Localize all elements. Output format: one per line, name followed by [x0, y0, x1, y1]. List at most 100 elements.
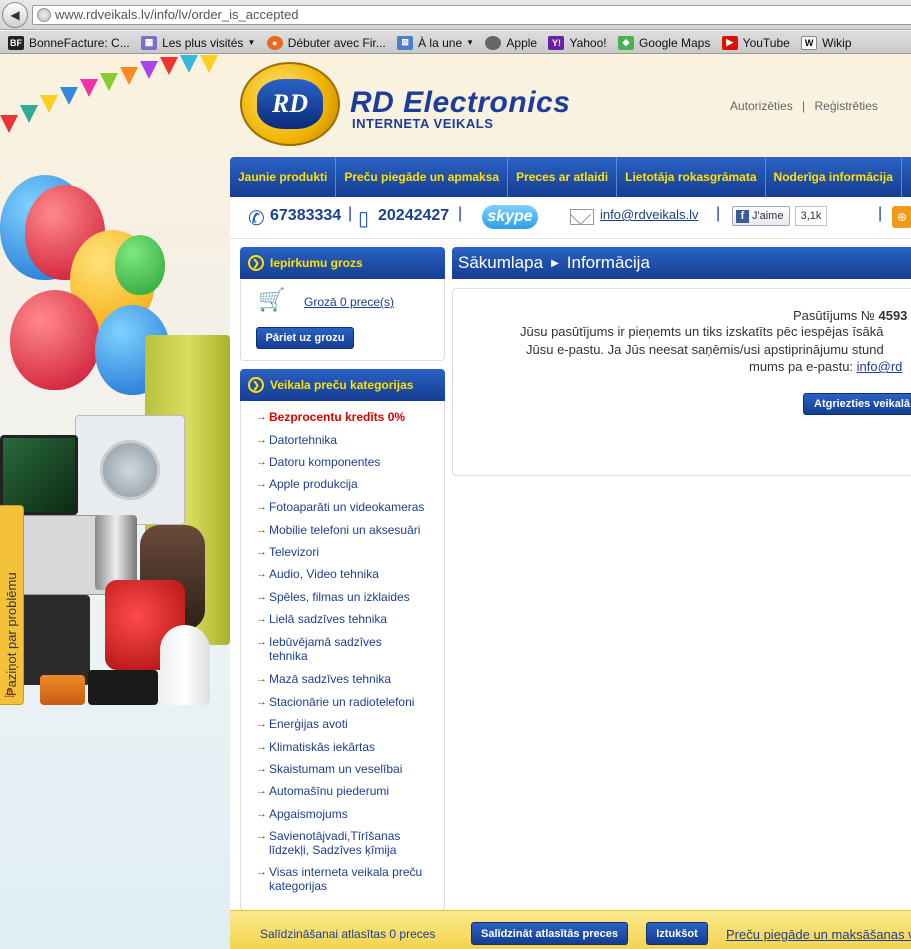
bunting-flag [0, 115, 18, 133]
url-field[interactable]: www.rdveikals.lv/info/lv/order_is_accept… [32, 5, 911, 25]
bunting-flag [200, 55, 218, 73]
compare-selected-button[interactable]: Salīdzināt atlasītās preces [471, 922, 628, 945]
phone-number-landline[interactable]: 67383334 [270, 207, 341, 225]
contact-strip: ✆ 67383334 | ▯ 20242427 | skype info@rdv… [230, 197, 911, 239]
auth-links: Autorizēties | Reģistrēties [730, 99, 878, 113]
bookmark-firefox[interactable]: ● Débuter avec Fir... [266, 31, 386, 53]
bookmark-google-maps[interactable]: ◆ Google Maps [617, 31, 710, 53]
facebook-icon: f [736, 209, 749, 223]
kettle-image [95, 515, 137, 590]
mobile-phone-icon: ▯ [358, 208, 370, 230]
contact-separator: | [878, 205, 883, 222]
category-item[interactable]: Spēles, filmas un izklaides [256, 590, 441, 604]
nav-new-products[interactable]: Jaunie produkti [230, 157, 337, 197]
yahoo-icon: Y! [548, 35, 565, 50]
category-item[interactable]: Stacionārie un radiotelefoni [256, 695, 441, 709]
category-item[interactable]: Fotoaparāti un videokameras [256, 500, 441, 514]
wikipedia-icon: W [801, 35, 818, 50]
social-share-icon[interactable]: ⊕ [892, 206, 911, 228]
most-visited-icon: ▦ [141, 35, 158, 50]
tv-image [0, 435, 78, 515]
nav-delivery-payment[interactable]: Preču piegāde un apmaksa [336, 157, 509, 197]
category-list: Bezprocentu kredīts 0% Datortehnika Dato… [256, 410, 441, 893]
compare-count-text: Salīdzināšanai atlasītas 0 preces [260, 927, 436, 941]
firefox-icon: ● [266, 35, 283, 50]
feedback-tab[interactable]: Paziņot par problēmu ⚠ [0, 505, 24, 705]
skype-button[interactable]: skype [482, 205, 538, 229]
order-confirmation-box: Pasūtījums № 4593 Jūsu pasūtījums ir pie… [452, 288, 911, 476]
nav-discounts[interactable]: Preces ar atlaidi [508, 157, 618, 197]
espresso-machine-image [160, 625, 210, 705]
brand-name[interactable]: RD Electronics [350, 86, 570, 120]
category-item[interactable]: Automašīnu piederumi [256, 784, 441, 798]
category-item[interactable]: Lielā sadzīves tehnika [256, 612, 441, 626]
bunting-flag [160, 57, 178, 75]
brand-subtitle: INTERNETA VEIKALS [352, 116, 494, 131]
category-item[interactable]: Televizori [256, 545, 441, 559]
shopping-cart-icon: 🛒 [258, 287, 286, 312]
feedback-label: Paziņot par problēmu [4, 572, 19, 696]
contact-separator: | [348, 205, 353, 222]
site-logo[interactable]: RD [240, 62, 340, 146]
breadcrumb-home[interactable]: Sākumlapa [458, 253, 543, 273]
google-maps-icon: ◆ [617, 35, 634, 50]
category-item[interactable]: Apple produkcija [256, 477, 441, 491]
bookmark-wikipedia[interactable]: W Wikip [801, 31, 852, 53]
shipping-payment-link[interactable]: Preču piegāde un maksāšanas v [726, 927, 911, 942]
order-number: 4593 [878, 308, 908, 323]
back-to-shop-button[interactable]: Atgriezties veikalā [803, 393, 911, 415]
browser-address-bar: ◀ www.rdveikals.lv/info/lv/order_is_acce… [0, 0, 911, 30]
category-item[interactable]: Datortehnika [256, 433, 441, 447]
nav-useful-info[interactable]: Noderīga informācija [766, 157, 902, 197]
category-item[interactable]: Mobilie telefoni un aksesuāri [256, 523, 441, 537]
chevron-down-icon: ▼ [247, 38, 256, 47]
bunting-flag [100, 73, 118, 91]
category-item[interactable]: Datoru komponentes [256, 455, 441, 469]
category-item[interactable]: Savienotājvadi,Tīrīšanas līdzekļi, Sadzī… [256, 829, 421, 857]
bookmark-youtube[interactable]: ▶ YouTube [721, 31, 790, 53]
categories-box-title: Veikala preču kategorijas [270, 378, 414, 392]
globe-icon [37, 8, 51, 22]
warning-icon: ⚠ [4, 686, 15, 700]
contact-email-link[interactable]: info@rd [857, 359, 903, 374]
cart-box-title: Iepirkumu grozs [270, 256, 363, 270]
compare-bar: Salīdzināšanai atlasītas 0 preces Salīdz… [230, 910, 911, 949]
category-item[interactable]: Enerģijas avoti [256, 717, 441, 731]
category-item[interactable]: Visas interneta veikala preču kategorija… [256, 865, 426, 893]
bookmark-yahoo[interactable]: Y! Yahoo! [548, 31, 607, 53]
balloon [10, 290, 100, 390]
bunting-flag [120, 67, 138, 85]
bunting-flag [20, 105, 38, 123]
phone-number-mobile[interactable]: 20242427 [378, 207, 449, 225]
bookmark-a-la-une[interactable]: ⊠ À la une ▼ [397, 31, 475, 53]
email-link[interactable]: info@rdveikals.lv [600, 207, 698, 222]
order-number-line: Pasūtījums № 4593 [793, 308, 908, 323]
login-link[interactable]: Autorizēties [730, 99, 793, 113]
cart-count-link[interactable]: Grozā 0 prece(s) [304, 295, 394, 309]
category-item[interactable]: Apgaismojums [256, 807, 441, 821]
category-item[interactable]: Iebūvējamā sadzīves tehnika [256, 635, 391, 663]
camera-image [40, 675, 85, 705]
bonnefacture-icon: BF [8, 35, 24, 50]
category-item[interactable]: Mazā sadzīves tehnika [256, 672, 441, 686]
bookmark-apple[interactable]: Apple [485, 31, 537, 53]
register-link[interactable]: Reģistrēties [815, 99, 878, 113]
order-accepted-line: Jūsu pasūtījums ir pieņemts un tiks izsk… [520, 324, 884, 339]
bookmark-most-visited[interactable]: ▦ Les plus visités ▼ [141, 31, 256, 53]
back-button[interactable]: ◀ [2, 2, 28, 28]
clear-compare-button[interactable]: Iztukšot [646, 922, 708, 945]
facebook-like-count: 3,1k [795, 206, 827, 226]
category-item[interactable]: Skaistumam un veselībai [256, 762, 441, 776]
category-item[interactable]: Audio, Video tehnika [256, 567, 441, 581]
category-item[interactable]: Bezprocentu kredīts 0% [256, 410, 441, 424]
bookmark-bonnefacture[interactable]: BF BonneFacture: C... [8, 31, 130, 53]
chevron-down-icon: ▼ [466, 38, 475, 47]
nav-user-guide[interactable]: Lietotāja rokasgrāmata [617, 157, 766, 197]
facebook-like-button[interactable]: f J'aime [732, 206, 790, 226]
go-to-cart-button[interactable]: Pāriet uz grozu [256, 327, 354, 349]
washing-machine-door [100, 440, 160, 500]
category-item[interactable]: Klimatiskās iekārtas [256, 740, 441, 754]
contact-separator: | [458, 205, 463, 222]
email-icon [570, 209, 594, 225]
phone-icon: ✆ [248, 208, 265, 230]
